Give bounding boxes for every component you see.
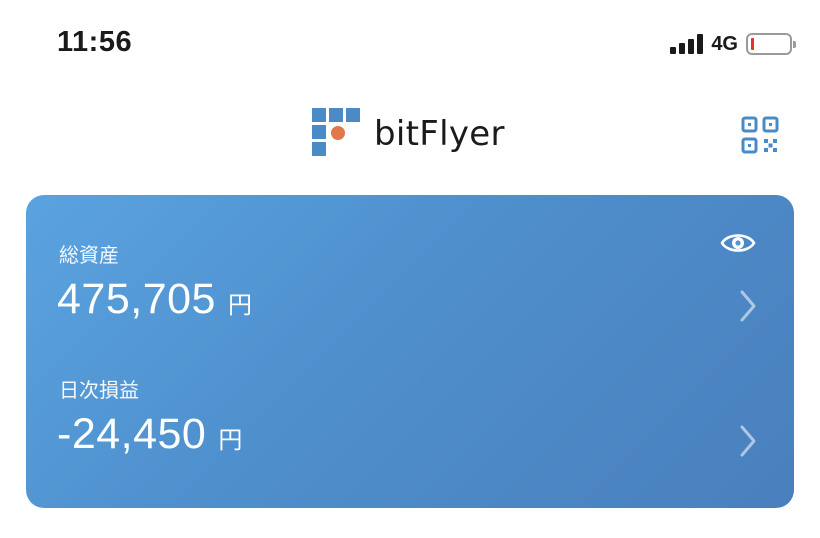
total-assets-unit: 円 bbox=[227, 292, 252, 319]
total-assets-amount: 475,705 円 bbox=[57, 275, 252, 324]
qr-code-icon bbox=[741, 116, 779, 154]
status-bar: 11:56 4G bbox=[0, 0, 820, 90]
signal-icon bbox=[670, 34, 704, 54]
daily-pnl-label: 日次損益 bbox=[59, 380, 139, 402]
logo-text: bitFlyer bbox=[374, 114, 505, 154]
total-assets-label: 総資産 bbox=[59, 245, 119, 267]
network-type: 4G bbox=[711, 32, 738, 55]
daily-pnl-row[interactable]: 日次損益 -24,450 円 bbox=[26, 370, 794, 480]
daily-pnl-unit: 円 bbox=[218, 427, 243, 454]
qr-code-button[interactable] bbox=[740, 115, 780, 155]
bitflyer-logo-icon bbox=[312, 108, 362, 160]
daily-pnl-value: -24,450 bbox=[57, 410, 207, 458]
total-assets-value: 475,705 bbox=[57, 275, 216, 323]
chevron-right-icon bbox=[740, 425, 756, 457]
battery-level bbox=[751, 38, 754, 50]
total-assets-row[interactable]: 総資産 475,705 円 bbox=[26, 235, 794, 345]
app-header: bitFlyer bbox=[0, 95, 820, 175]
daily-pnl-amount: -24,450 円 bbox=[57, 410, 242, 459]
asset-summary-card: 総資産 475,705 円 日次損益 -24,450 円 bbox=[26, 195, 794, 508]
battery-icon bbox=[746, 33, 796, 55]
status-indicators: 4G bbox=[670, 32, 796, 56]
bitflyer-logo: bitFlyer bbox=[312, 107, 505, 161]
status-time: 11:56 bbox=[57, 26, 133, 58]
chevron-right-icon bbox=[740, 290, 756, 322]
